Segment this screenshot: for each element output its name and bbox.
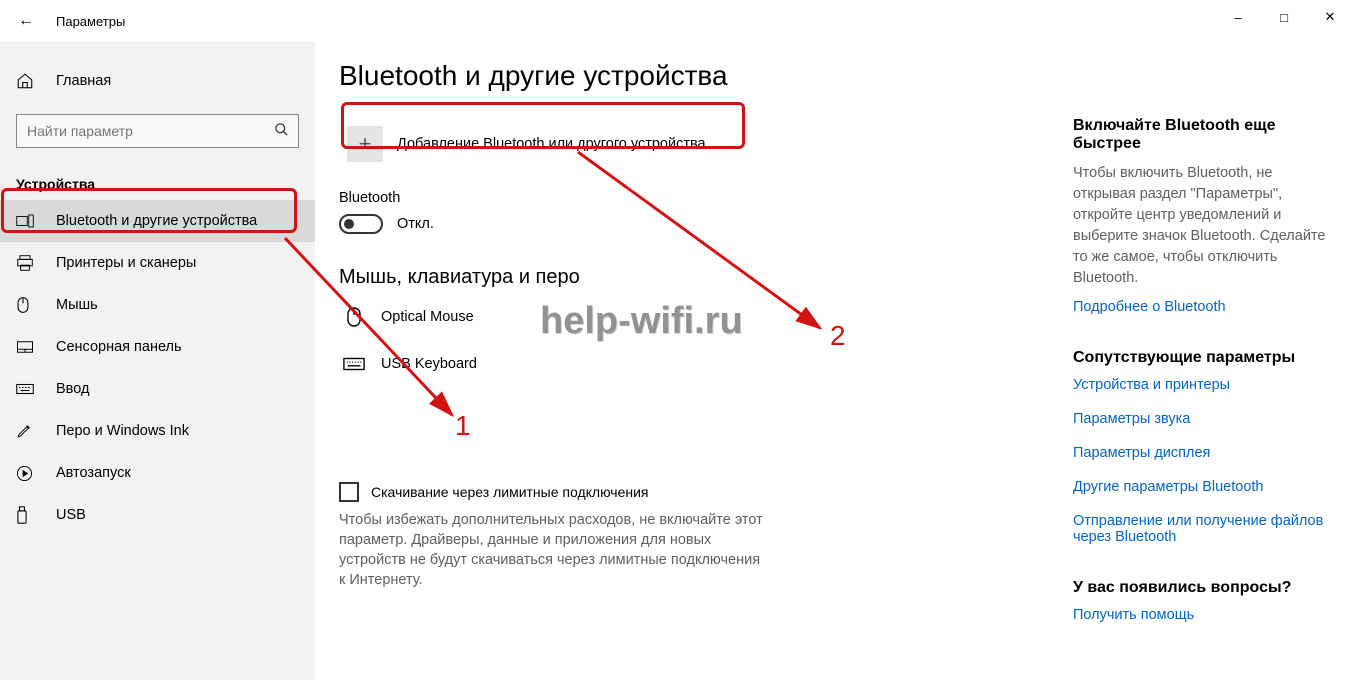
right-link-display[interactable]: Параметры дисплея	[1073, 445, 1329, 461]
right-link-bt-send[interactable]: Отправление или получение файлов через B…	[1073, 513, 1329, 545]
mouse-icon	[16, 296, 38, 314]
mouse-device-icon	[339, 306, 369, 328]
metered-checkbox[interactable]	[339, 482, 359, 502]
autoplay-icon	[16, 465, 38, 482]
device-name: Optical Mouse	[381, 309, 474, 325]
usb-icon	[16, 506, 38, 524]
page-title: Bluetooth и другие устройства	[339, 60, 1049, 92]
device-name: USB Keyboard	[381, 356, 477, 372]
right-link-more-bluetooth[interactable]: Подробнее о Bluetooth	[1073, 299, 1329, 315]
toggle-state-label: Откл.	[397, 216, 434, 232]
sidebar-item-autoplay[interactable]: Автозапуск	[0, 452, 315, 494]
main-content: Bluetooth и другие устройства + Добавлен…	[315, 42, 1073, 680]
devices-group-heading: Мышь, клавиатура и перо	[339, 266, 1049, 289]
sidebar-item-label: Bluetooth и другие устройства	[56, 213, 257, 229]
right-heading: У вас появились вопросы?	[1073, 579, 1329, 597]
metered-description: Чтобы избежать дополнительных расходов, …	[339, 510, 769, 591]
right-link-sound[interactable]: Параметры звука	[1073, 411, 1329, 427]
sidebar-home-label: Главная	[56, 73, 111, 89]
sidebar: Главная Устройства Bluetooth и другие ус…	[0, 42, 315, 680]
touchpad-icon	[16, 340, 38, 354]
bluetooth-label: Bluetooth	[339, 190, 1049, 206]
pen-icon	[16, 423, 38, 439]
sidebar-item-label: Сенсорная панель	[56, 339, 182, 355]
sidebar-item-mouse[interactable]: Мышь	[0, 284, 315, 326]
keyboard-icon	[16, 383, 38, 395]
maximize-icon[interactable]: □	[1261, 0, 1307, 34]
metered-checkbox-label: Скачивание через лимитные подключения	[371, 484, 648, 500]
add-device-button[interactable]: + Добавление Bluetooth или другого устро…	[339, 120, 739, 168]
sidebar-item-label: Перо и Windows Ink	[56, 423, 189, 439]
back-icon[interactable]: ←	[18, 12, 34, 30]
search-icon[interactable]	[274, 122, 289, 140]
printer-icon	[16, 255, 38, 271]
sidebar-item-pen[interactable]: Перо и Windows Ink	[0, 410, 315, 452]
right-heading: Сопутствующие параметры	[1073, 349, 1329, 367]
minimize-icon[interactable]: –	[1215, 0, 1261, 34]
bluetooth-toggle[interactable]	[339, 214, 383, 234]
sidebar-home[interactable]: Главная	[0, 60, 315, 102]
right-link-bt-options[interactable]: Другие параметры Bluetooth	[1073, 479, 1329, 495]
device-item[interactable]: Optical Mouse	[339, 306, 1049, 328]
sidebar-item-label: Автозапуск	[56, 465, 131, 481]
device-item[interactable]: USB Keyboard	[339, 356, 1049, 372]
right-link-get-help[interactable]: Получить помощь	[1073, 607, 1329, 623]
bluetooth-devices-icon	[16, 214, 38, 228]
sidebar-item-printers[interactable]: Принтеры и сканеры	[0, 242, 315, 284]
sidebar-item-label: Принтеры и сканеры	[56, 255, 196, 271]
right-link-devices-printers[interactable]: Устройства и принтеры	[1073, 377, 1329, 393]
plus-icon: +	[347, 126, 383, 162]
search-input[interactable]	[16, 114, 299, 148]
annotation-number-1: 1	[455, 410, 471, 442]
home-icon	[16, 72, 38, 90]
sidebar-item-usb[interactable]: USB	[0, 494, 315, 536]
close-icon[interactable]: ✕	[1307, 0, 1353, 34]
sidebar-item-touchpad[interactable]: Сенсорная панель	[0, 326, 315, 368]
add-device-label: Добавление Bluetooth или другого устройс…	[397, 136, 706, 152]
sidebar-item-label: Ввод	[56, 381, 89, 397]
window-title: Параметры	[56, 14, 125, 29]
sidebar-item-bluetooth[interactable]: Bluetooth и другие устройства	[0, 200, 315, 242]
sidebar-item-input[interactable]: Ввод	[0, 368, 315, 410]
keyboard-device-icon	[339, 357, 369, 371]
sidebar-section-header: Устройства	[0, 158, 315, 200]
right-text: Чтобы включить Bluetooth, не открывая ра…	[1073, 163, 1329, 289]
right-panel: Включайте Bluetooth еще быстрее Чтобы вк…	[1073, 42, 1353, 680]
sidebar-item-label: USB	[56, 507, 86, 523]
right-heading: Включайте Bluetooth еще быстрее	[1073, 117, 1329, 153]
title-bar: ← Параметры – □ ✕	[0, 0, 1353, 42]
sidebar-item-label: Мышь	[56, 297, 98, 313]
annotation-number-2: 2	[830, 320, 846, 352]
